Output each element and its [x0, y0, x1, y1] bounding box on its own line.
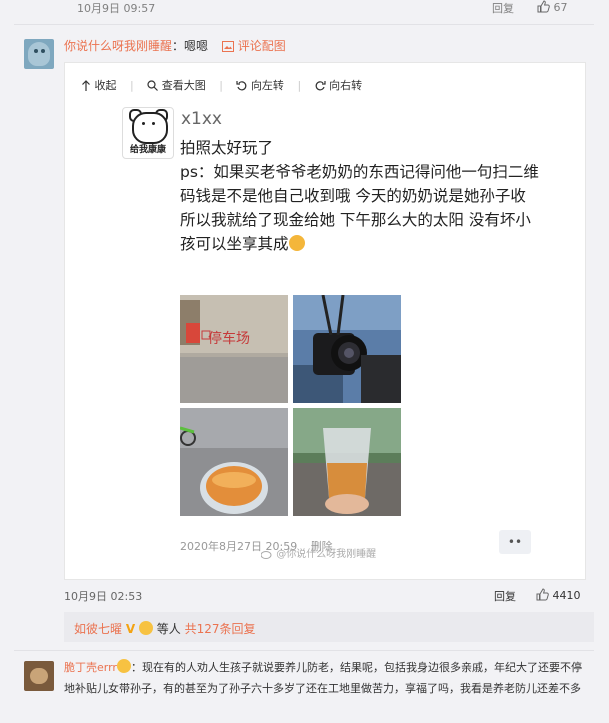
divider [14, 650, 594, 651]
avatar[interactable] [24, 39, 54, 69]
emoji-badge-icon [116, 659, 131, 673]
sub-reply-username[interactable]: 如彼七曜 [74, 622, 122, 636]
photo-parking-wall[interactable]: 停车场 [180, 295, 288, 403]
magnifier-icon [147, 80, 159, 91]
expanded-picture-card: 收起 | 查看大图 | 向左转 | 向右转 给我康康 x1xx 拍照太好玩了 p… [64, 62, 586, 580]
rotate-left-label: 向左转 [250, 79, 284, 92]
photo-drink-hand[interactable] [293, 408, 401, 516]
arrow-up-icon [82, 80, 90, 91]
photo-camera[interactable] [293, 295, 401, 403]
vip-badge-icon: V [125, 622, 136, 636]
avatar-caption: 给我康康 [129, 145, 166, 155]
sub-reply-count-link[interactable]: 共127条回复 [185, 622, 256, 636]
prev-like-button[interactable]: 67 [537, 0, 568, 14]
comment-username[interactable]: 脆丁壳errr [64, 661, 117, 674]
image-icon [221, 41, 234, 52]
post-body: 拍照太好玩了 ps：如果买老爷爷老奶奶的东西记得问他一句扫二维码钱是不是他自己收… [180, 136, 540, 256]
comment-text: ：现在有的人劝人生孩子就说要养儿防老，结果呢，包括我身边很多亲戚，年纪大了还要不… [64, 661, 582, 695]
comment-picture-label: 评论配图 [237, 39, 286, 53]
post-body-text: 拍照太好玩了 ps：如果买老爷爷老奶奶的东西记得问他一句扫二维码钱是不是他自己收… [180, 139, 539, 253]
rotate-right-label: 向右转 [329, 79, 363, 92]
thumbs-up-icon [537, 0, 550, 13]
comment-panel: 10月9日 09:57 回复 67 你说什么呀我刚睡醒：嗯嗯 评论配图 收起 |… [0, 0, 609, 723]
parking-sign-text: 停车场 [208, 330, 250, 347]
collapse-button[interactable]: 收起 [81, 79, 120, 92]
toolbar-divider: | [130, 79, 134, 92]
comment-body: 脆丁壳errr ：现在有的人劝人生孩子就说要养儿防老，结果呢，包括我身边很多亲戚，… [64, 657, 586, 699]
comment-time: 10月9日 02:53 [64, 590, 143, 603]
view-large-label: 查看大图 [161, 79, 206, 92]
prev-comment-time: 10月9日 09:57 [77, 2, 156, 15]
more-options-button[interactable]: •• [499, 530, 531, 554]
view-large-button[interactable]: 查看大图 [147, 79, 209, 92]
rotate-left-icon [236, 81, 247, 91]
prev-like-count: 67 [553, 1, 568, 14]
image-watermark: @你说什么呀我刚睡醒 [261, 545, 376, 560]
photo-drink-street[interactable] [180, 408, 288, 516]
comment-username[interactable]: 你说什么呀我刚睡醒 [64, 39, 172, 53]
prev-reply-button[interactable]: 回复 [492, 0, 514, 16]
sub-reply-etc: 等人 [156, 622, 181, 636]
picture-toolbar: 收起 | 查看大图 | 向左转 | 向右转 [81, 77, 372, 93]
prev-comment-footer: 10月9日 09:57 回复 67 [62, 0, 592, 18]
emoji-badge-icon [138, 621, 153, 635]
rotate-right-icon [315, 81, 326, 91]
toolbar-divider: | [219, 79, 223, 92]
reply-button[interactable]: 回复 [494, 588, 516, 604]
sub-replies-summary[interactable]: 如彼七曜 V 等人 共127条回复 [64, 612, 594, 642]
like-count: 4410 [552, 589, 581, 602]
comment-picture-link[interactable]: 评论配图 [221, 39, 286, 53]
author-avatar: 给我康康 [122, 107, 174, 159]
avatar[interactable] [24, 661, 54, 691]
divider [14, 24, 594, 25]
watermark-text: @你说什么呀我刚睡醒 [276, 549, 377, 560]
like-button[interactable]: 4410 [536, 588, 581, 602]
photo-grid: 停车场 [180, 295, 404, 517]
toolbar-divider: | [297, 79, 302, 92]
thumbs-up-icon [536, 588, 549, 601]
post-author: x1xx [181, 109, 222, 129]
rotate-left-button[interactable]: 向左转 [236, 79, 287, 92]
comment-text: ：嗯嗯 [172, 39, 209, 53]
grin-emoji-icon [288, 235, 305, 251]
collapse-label: 收起 [94, 79, 117, 92]
comment-header: 你说什么呀我刚睡醒：嗯嗯 评论配图 [64, 37, 286, 54]
rotate-right-button[interactable]: 向右转 [315, 79, 363, 92]
weibo-logo-icon [261, 551, 272, 559]
